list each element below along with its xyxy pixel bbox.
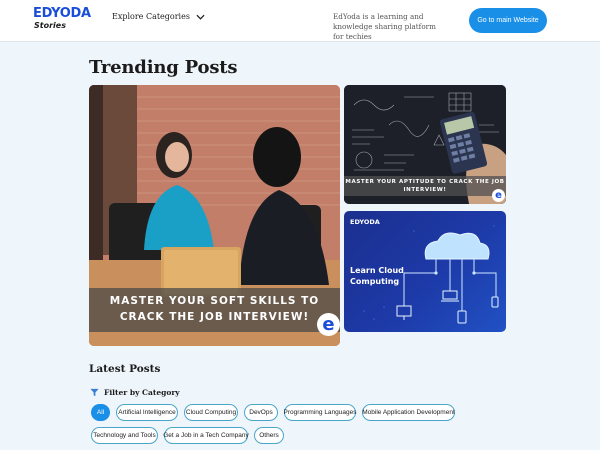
go-to-main-website-button[interactable]: Go to main Website (469, 8, 547, 33)
category-chip-cloud-computing[interactable]: Cloud Computing (184, 404, 238, 421)
category-chip-all[interactable]: All (91, 404, 110, 421)
latest-posts-title: Latest Posts (89, 363, 161, 375)
category-chip-devops[interactable]: DevOps (244, 404, 278, 421)
trending-post-card-cloud-computing[interactable]: EDYODA Learn Cloud Computing (344, 211, 506, 332)
trending-posts-title: Trending Posts (89, 57, 238, 78)
explore-categories-dropdown[interactable]: Explore Categories (112, 12, 205, 21)
logo-subtext: Stories (34, 21, 66, 30)
trending-post-card-aptitude[interactable]: MASTER YOUR APTITUDE TO CRACK THE JOB IN… (344, 85, 506, 204)
category-chip-others[interactable]: Others (254, 427, 284, 444)
category-chip-get-a-job[interactable]: Get a Job in a Tech Company (163, 427, 249, 444)
aptitude-post-title: MASTER YOUR APTITUDE TO CRACK THE JOB IN… (344, 176, 506, 196)
explore-categories-label: Explore Categories (112, 12, 190, 21)
cloud-post-brand: EDYODA (350, 218, 380, 226)
edyoda-e-logo-icon: e (317, 313, 340, 336)
cloud-post-headline: Learn Cloud Computing (350, 266, 404, 286)
filter-funnel-icon (90, 388, 99, 397)
top-header: EDYODA Stories Explore Categories EdYoda… (0, 0, 600, 42)
category-chip-programming-languages[interactable]: Programming Languages (284, 404, 357, 421)
logo-text: EDYODA (33, 6, 91, 21)
soft-skills-post-title: MASTER YOUR SOFT SKILLS TO CRACK THE JOB… (89, 288, 340, 332)
edyoda-stories-logo[interactable]: EDYODA Stories (33, 6, 91, 31)
site-tagline: EdYoda is a learning and knowledge shari… (333, 12, 436, 41)
category-chip-mobile-application-development[interactable]: Mobile Application Development (362, 404, 455, 421)
filter-label: Filter by Category (104, 388, 180, 397)
filter-by-category: Filter by Category (90, 388, 180, 397)
chevron-down-icon (196, 14, 205, 20)
category-chip-technology-and-tools[interactable]: Technology and Tools (91, 427, 158, 444)
edyoda-e-logo-icon: e (492, 189, 505, 202)
category-chip-artificial-intelligence[interactable]: Artificial Intelligence (116, 404, 178, 421)
trending-post-card-soft-skills[interactable]: MASTER YOUR SOFT SKILLS TO CRACK THE JOB… (89, 85, 340, 346)
